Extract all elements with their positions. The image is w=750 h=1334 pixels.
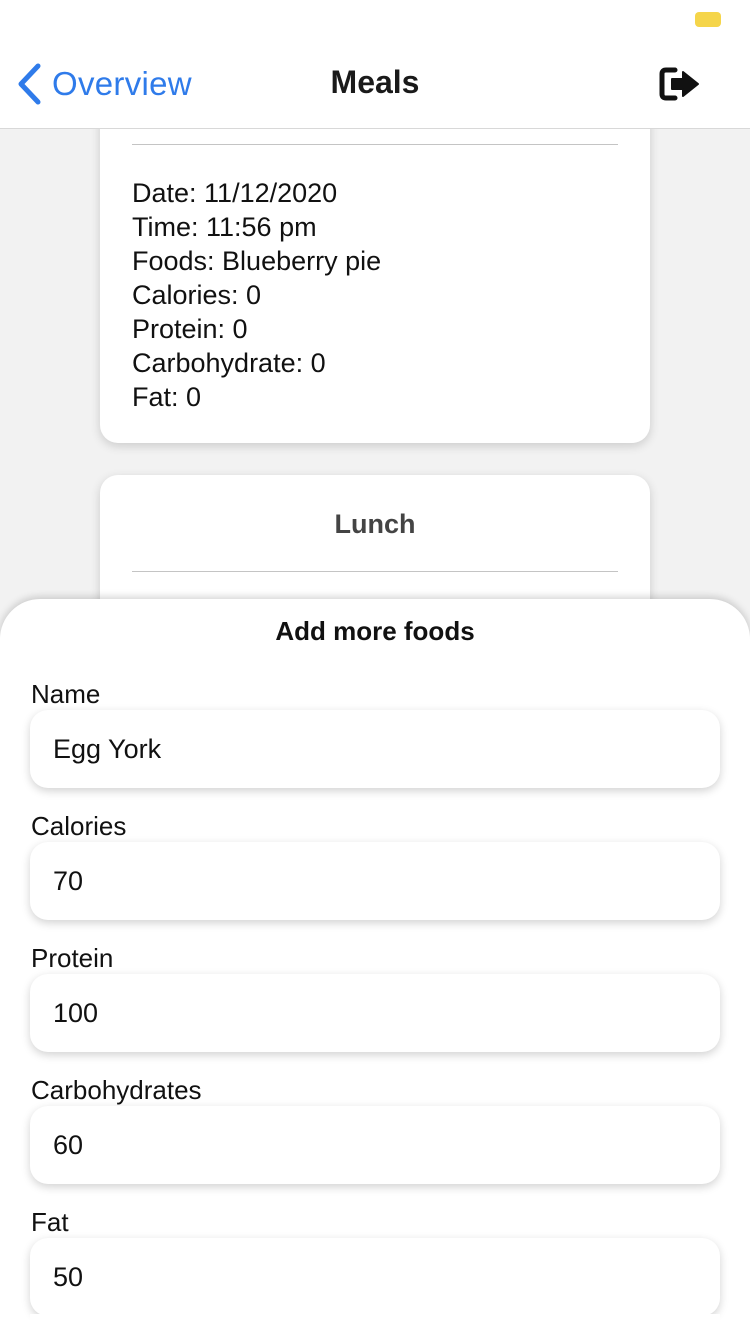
- sheet-bottom-edge: [30, 1314, 720, 1334]
- carbohydrates-label: Carbohydrates: [31, 1075, 202, 1105]
- protein-label: Protein: [31, 943, 114, 973]
- logout-button[interactable]: [658, 66, 702, 102]
- name-input[interactable]: Egg York: [30, 710, 720, 788]
- battery-icon: [695, 12, 721, 27]
- meal-date: Date: 11/12/2020: [132, 178, 338, 208]
- card-divider: [132, 571, 618, 572]
- status-bar: [0, 0, 750, 40]
- meal-card-lunch[interactable]: Lunch: [100, 475, 650, 600]
- sheet-title: Add more foods: [275, 616, 475, 646]
- sign-out-icon: [659, 67, 699, 101]
- meal-protein: Protein: 0: [132, 314, 248, 344]
- meal-card[interactable]: Date: 11/12/2020 Time: 11:56 pm Foods: B…: [100, 129, 650, 443]
- meal-details: Date: 11/12/2020 Time: 11:56 pm Foods: B…: [132, 176, 381, 414]
- meal-foods: Foods: Blueberry pie: [132, 246, 382, 276]
- meal-time: Time: 11:56 pm: [132, 212, 317, 242]
- carbohydrates-input[interactable]: 60: [30, 1106, 720, 1184]
- card-divider: [132, 144, 618, 145]
- meals-list[interactable]: Date: 11/12/2020 Time: 11:56 pm Foods: B…: [0, 129, 750, 600]
- fat-label: Fat: [31, 1207, 69, 1237]
- chevron-left-icon: [18, 63, 41, 105]
- name-label: Name: [31, 679, 101, 709]
- back-button-label: Overview: [52, 65, 192, 102]
- fat-input[interactable]: 50: [30, 1238, 720, 1316]
- meals-screen: Overview Meals Date: 11/12/2020 Time: 11…: [0, 0, 750, 1334]
- meal-fat: Fat: 0: [132, 382, 202, 412]
- add-foods-sheet: Add more foods Name Egg York Calories 70…: [0, 599, 750, 1334]
- calories-label: Calories: [31, 811, 127, 841]
- meal-card-title: Lunch: [334, 509, 416, 539]
- meal-carbohydrate: Carbohydrate: 0: [132, 348, 326, 378]
- navigation-bar: Overview Meals: [0, 40, 750, 129]
- protein-input[interactable]: 100: [30, 974, 720, 1052]
- meal-calories: Calories: 0: [132, 280, 262, 310]
- back-button[interactable]: Overview: [14, 62, 192, 106]
- calories-input[interactable]: 70: [30, 842, 720, 920]
